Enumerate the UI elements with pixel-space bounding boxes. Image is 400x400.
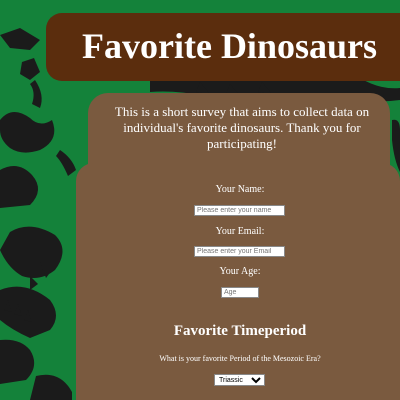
name-input[interactable] [194,205,285,216]
period-question: What is your favorite Period of the Meso… [159,354,321,363]
age-label: Your Age: [219,266,261,277]
title-banner: Favorite Dinosaurs [46,13,400,81]
survey-panel [76,163,400,400]
name-label: Your Name: [215,184,265,195]
period-select[interactable]: Triassic [214,374,265,386]
intro-text: This is a short survey that aims to coll… [114,104,370,151]
email-label: Your Email: [215,226,265,237]
email-input[interactable] [194,246,285,257]
timeperiod-heading: Favorite Timeperiod [173,323,307,339]
page-title: Favorite Dinosaurs [82,26,377,66]
age-input[interactable] [221,287,259,298]
